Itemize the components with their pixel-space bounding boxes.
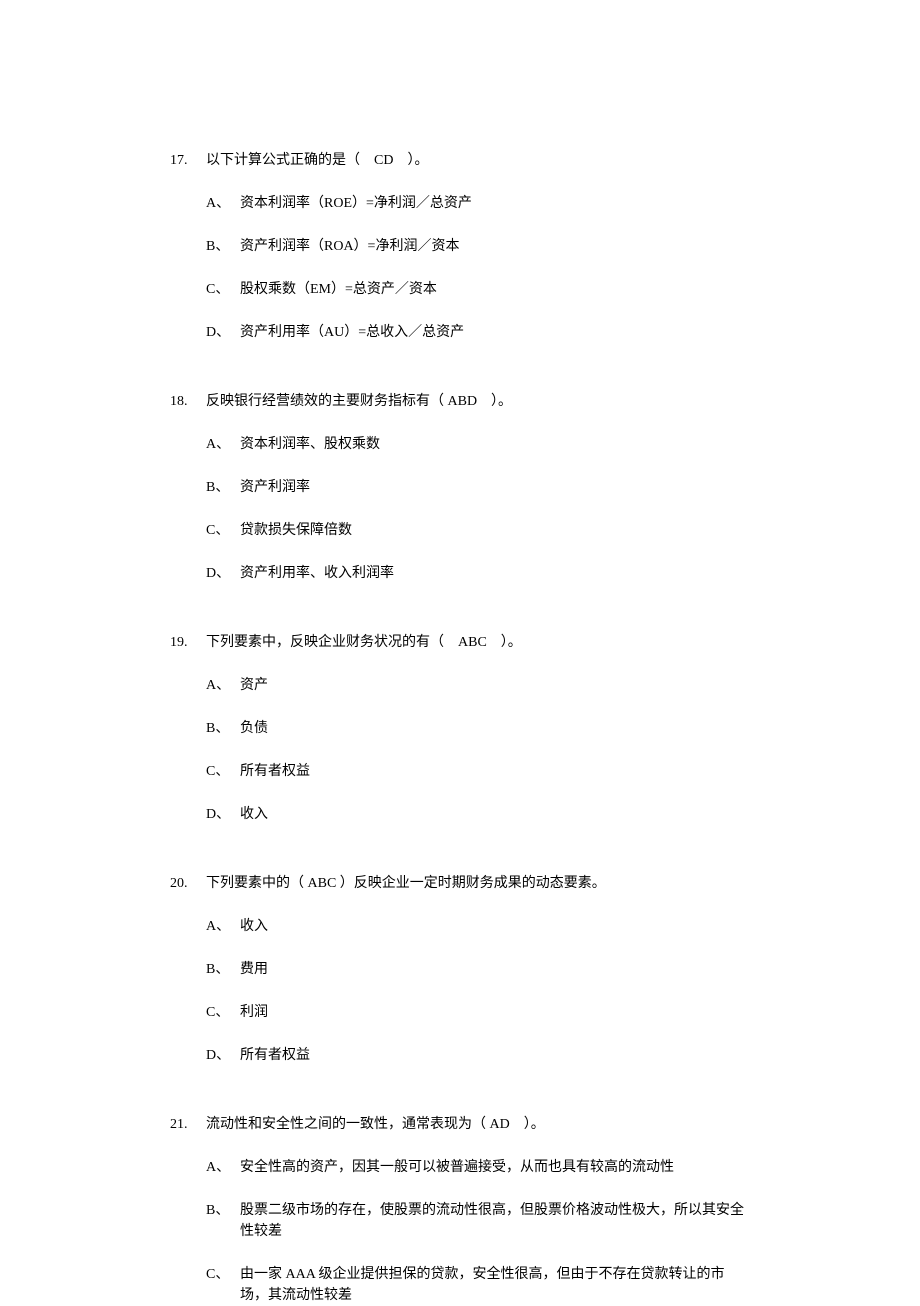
option-label: D、 [206,804,240,825]
option-text: 贷款损失保障倍数 [240,520,750,541]
option-text: 资产利润率 [240,477,750,498]
option-text: 股权乘数（EM）=总资产／资本 [240,279,750,300]
option-text: 资本利润率、股权乘数 [240,434,750,455]
question-text: 反映银行经营绩效的主要财务指标有（ ABD ）。 [206,391,750,412]
question-text: 流动性和安全性之间的一致性，通常表现为（ AD ）。 [206,1114,750,1135]
option-text: 所有者权益 [240,1045,750,1066]
option-label: C、 [206,520,240,541]
question-stem: 21. 流动性和安全性之间的一致性，通常表现为（ AD ）。 [170,1114,750,1135]
option-label: B、 [206,959,240,980]
option-text: 所有者权益 [240,761,750,782]
option-b: B、 资产利润率（ROA）=净利润／资本 [206,236,750,257]
option-text: 资产利润率（ROA）=净利润／资本 [240,236,750,257]
option-text: 股票二级市场的存在，使股票的流动性很高，但股票价格波动性极大，所以其安全性较差 [240,1200,750,1242]
question-19: 19. 下列要素中，反映企业财务状况的有（ ABC ）。 A、 资产 B、 负债… [170,632,750,825]
option-text: 资产利用率（AU）=总收入／总资产 [240,322,750,343]
question-stem: 18. 反映银行经营绩效的主要财务指标有（ ABD ）。 [170,391,750,412]
question-20: 20. 下列要素中的（ ABC ）反映企业一定时期财务成果的动态要素。 A、 收… [170,873,750,1066]
option-label: A、 [206,675,240,696]
option-c: C、 贷款损失保障倍数 [206,520,750,541]
question-number: 19. [170,632,206,653]
option-a: A、 资本利润率、股权乘数 [206,434,750,455]
option-a: A、 安全性高的资产，因其一般可以被普遍接受，从而也具有较高的流动性 [206,1157,750,1178]
option-b: B、 负债 [206,718,750,739]
question-text: 下列要素中，反映企业财务状况的有（ ABC ）。 [206,632,750,653]
option-text: 安全性高的资产，因其一般可以被普遍接受，从而也具有较高的流动性 [240,1157,750,1178]
option-label: A、 [206,1157,240,1178]
option-c: C、 股权乘数（EM）=总资产／资本 [206,279,750,300]
option-d: D、 资产利用率（AU）=总收入／总资产 [206,322,750,343]
question-number: 21. [170,1114,206,1135]
option-label: B、 [206,477,240,498]
option-text: 收入 [240,804,750,825]
option-label: D、 [206,1045,240,1066]
option-label: D、 [206,322,240,343]
option-text: 资产利用率、收入利润率 [240,563,750,584]
question-stem: 17. 以下计算公式正确的是（ CD ）。 [170,150,750,171]
option-label: A、 [206,916,240,937]
option-c: C、 利润 [206,1002,750,1023]
option-label: D、 [206,563,240,584]
option-text: 由一家 AAA 级企业提供担保的贷款，安全性很高，但由于不存在贷款转让的市场，其… [240,1264,750,1306]
option-label: B、 [206,236,240,257]
question-number: 18. [170,391,206,412]
option-label: C、 [206,761,240,782]
option-label: C、 [206,1002,240,1023]
option-text: 负债 [240,718,750,739]
option-c: C、 所有者权益 [206,761,750,782]
option-b: B、 资产利润率 [206,477,750,498]
option-label: A、 [206,193,240,214]
option-d: D、 收入 [206,804,750,825]
option-text: 收入 [240,916,750,937]
question-stem: 19. 下列要素中，反映企业财务状况的有（ ABC ）。 [170,632,750,653]
option-b: B、 股票二级市场的存在，使股票的流动性很高，但股票价格波动性极大，所以其安全性… [206,1200,750,1242]
option-label: A、 [206,434,240,455]
option-a: A、 资产 [206,675,750,696]
question-text: 下列要素中的（ ABC ）反映企业一定时期财务成果的动态要素。 [206,873,750,894]
option-text: 资本利润率（ROE）=净利润／总资产 [240,193,750,214]
option-label: C、 [206,1264,240,1306]
option-d: D、 资产利用率、收入利润率 [206,563,750,584]
question-18: 18. 反映银行经营绩效的主要财务指标有（ ABD ）。 A、 资本利润率、股权… [170,391,750,584]
option-label: B、 [206,718,240,739]
option-label: C、 [206,279,240,300]
question-text: 以下计算公式正确的是（ CD ）。 [206,150,750,171]
question-21: 21. 流动性和安全性之间的一致性，通常表现为（ AD ）。 A、 安全性高的资… [170,1114,750,1306]
question-number: 17. [170,150,206,171]
question-number: 20. [170,873,206,894]
option-text: 利润 [240,1002,750,1023]
option-c: C、 由一家 AAA 级企业提供担保的贷款，安全性很高，但由于不存在贷款转让的市… [206,1264,750,1306]
question-17: 17. 以下计算公式正确的是（ CD ）。 A、 资本利润率（ROE）=净利润／… [170,150,750,343]
option-d: D、 所有者权益 [206,1045,750,1066]
option-text: 资产 [240,675,750,696]
option-b: B、 费用 [206,959,750,980]
option-label: B、 [206,1200,240,1242]
option-a: A、 收入 [206,916,750,937]
question-stem: 20. 下列要素中的（ ABC ）反映企业一定时期财务成果的动态要素。 [170,873,750,894]
option-text: 费用 [240,959,750,980]
option-a: A、 资本利润率（ROE）=净利润／总资产 [206,193,750,214]
